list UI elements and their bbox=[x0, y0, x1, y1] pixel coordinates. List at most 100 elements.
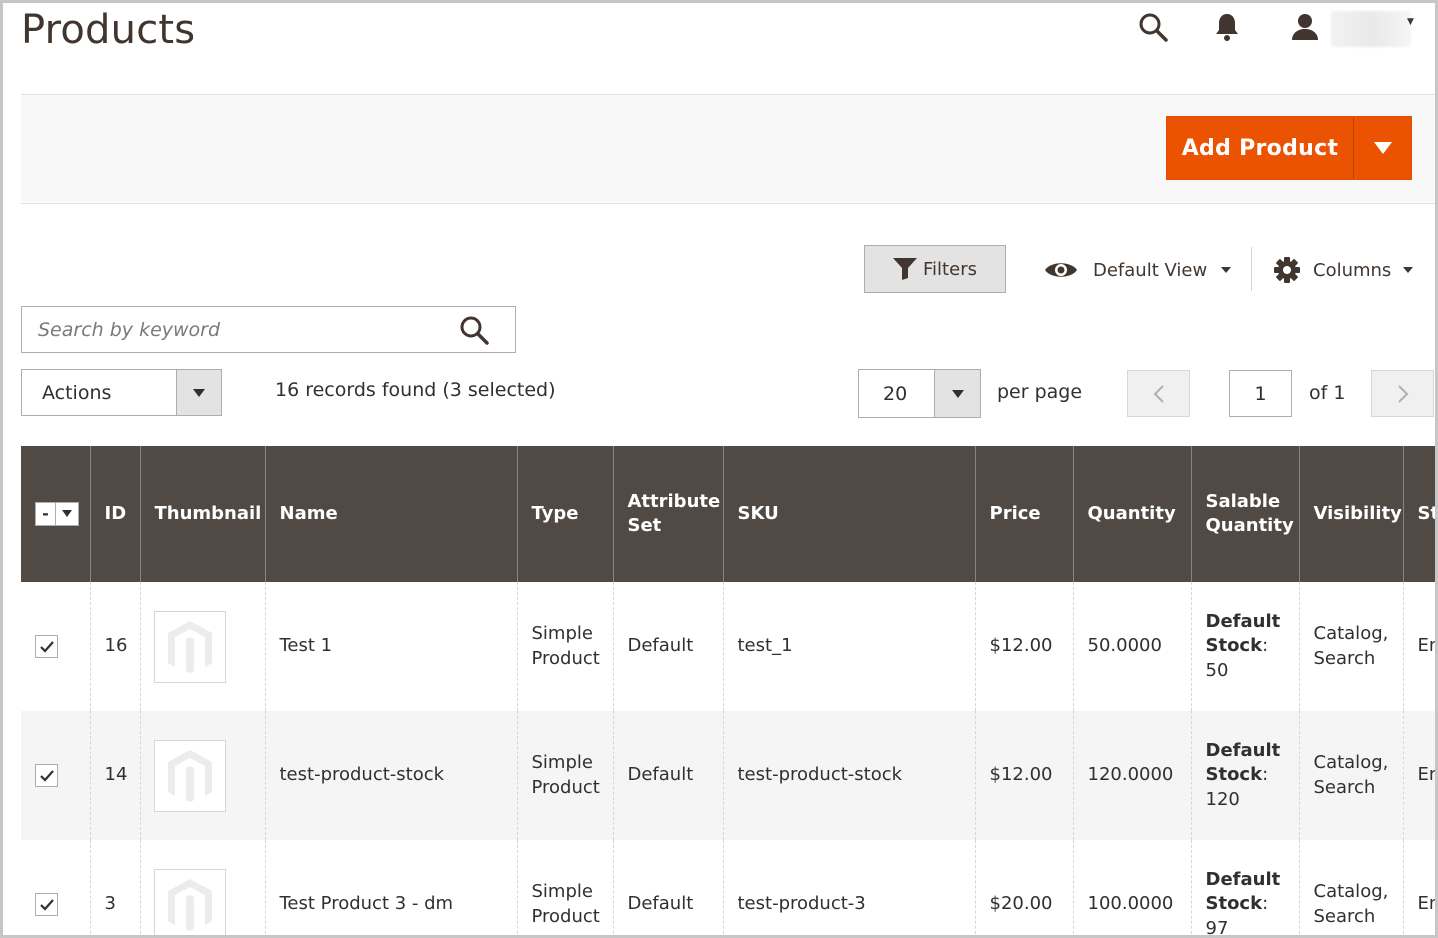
column-header-type[interactable]: Type bbox=[516, 446, 613, 582]
chevron-down-icon[interactable] bbox=[934, 370, 980, 417]
cell-status: En bbox=[1402, 711, 1435, 840]
next-page-button[interactable] bbox=[1371, 370, 1434, 417]
mass-select-dropdown[interactable]: - bbox=[35, 501, 79, 526]
chevron-left-icon bbox=[1153, 384, 1164, 403]
row-select-cell bbox=[21, 840, 90, 935]
checkmark-icon bbox=[39, 898, 54, 911]
table-row[interactable]: 3 Test Product 3 - dm Simple Product Def… bbox=[21, 840, 1435, 938]
toolbar-divider bbox=[1251, 247, 1252, 291]
records-found-text: 16 records found (3 selected) bbox=[275, 379, 556, 401]
cell-attribute-set: Default bbox=[612, 582, 723, 711]
cell-id: 16 bbox=[89, 582, 140, 711]
keyword-search bbox=[21, 306, 516, 353]
table-row[interactable]: 16 Test 1 Simple Product Default test_1 … bbox=[21, 582, 1435, 711]
cell-type: Simple Product bbox=[516, 582, 613, 711]
column-header-id[interactable]: ID bbox=[89, 446, 140, 582]
default-view-dropdown[interactable]: Default View bbox=[1043, 253, 1232, 287]
cell-salable-quantity: Default Stock: 50 bbox=[1190, 582, 1299, 711]
row-checkbox[interactable] bbox=[35, 893, 58, 916]
cell-thumbnail bbox=[139, 840, 265, 935]
column-header-sku[interactable]: SKU bbox=[722, 446, 975, 582]
product-thumbnail-placeholder-icon[interactable] bbox=[153, 739, 226, 812]
cell-id: 3 bbox=[89, 840, 140, 935]
bell-icon[interactable] bbox=[1209, 9, 1245, 45]
cell-quantity: 120.0000 bbox=[1072, 711, 1191, 840]
eye-icon bbox=[1045, 263, 1077, 277]
column-header-price[interactable]: Price bbox=[974, 446, 1073, 582]
column-header-status[interactable]: St bbox=[1402, 446, 1435, 582]
row-select-cell bbox=[21, 582, 90, 711]
page-title: Products bbox=[21, 7, 196, 53]
cell-visibility: Catalog, Search bbox=[1298, 840, 1403, 935]
stock-value: 120 bbox=[1205, 788, 1240, 810]
search-input[interactable] bbox=[22, 307, 442, 352]
product-thumbnail-placeholder-icon[interactable] bbox=[153, 868, 226, 935]
cell-salable-quantity: Default Stock: 97 bbox=[1190, 840, 1299, 938]
chevron-right-icon bbox=[1397, 384, 1408, 403]
cell-price: $20.00 bbox=[974, 840, 1073, 935]
add-product-button[interactable]: Add Product bbox=[1166, 116, 1412, 180]
page-frame: Products ▼ Add Product Filters Default V… bbox=[0, 0, 1438, 938]
cell-sku: test-product-3 bbox=[722, 840, 975, 935]
cell-id: 14 bbox=[89, 711, 140, 840]
cell-thumbnail bbox=[139, 582, 265, 711]
product-thumbnail-placeholder-icon[interactable] bbox=[153, 610, 226, 683]
current-page-input[interactable] bbox=[1229, 370, 1292, 417]
user-name-blurred[interactable] bbox=[1331, 11, 1411, 47]
chevron-down-icon bbox=[1221, 267, 1232, 273]
filters-label: Filters bbox=[923, 258, 977, 280]
cell-sku: test-product-stock bbox=[722, 711, 975, 840]
cell-attribute-set: Default bbox=[612, 711, 723, 840]
column-header-salable-quantity: Salable Quantity bbox=[1190, 446, 1299, 582]
filters-button[interactable]: Filters bbox=[864, 245, 1006, 293]
column-header-visibility[interactable]: Visibility bbox=[1298, 446, 1403, 582]
cell-thumbnail bbox=[139, 711, 265, 840]
user-icon[interactable] bbox=[1287, 9, 1323, 45]
default-view-label: Default View bbox=[1093, 259, 1208, 281]
columns-dropdown[interactable]: Columns bbox=[1273, 253, 1414, 287]
search-icon[interactable] bbox=[459, 315, 489, 349]
cell-price: $12.00 bbox=[974, 711, 1073, 840]
stock-source-label: Default Stock bbox=[1205, 740, 1281, 786]
actions-label: Actions bbox=[42, 381, 112, 404]
columns-label: Columns bbox=[1313, 259, 1392, 281]
products-grid: - ID Thumbnail Name Type Attribute Set S… bbox=[21, 446, 1435, 938]
per-page-value: 20 bbox=[883, 382, 908, 405]
column-header-quantity[interactable]: Quantity bbox=[1072, 446, 1191, 582]
column-header-attribute-set[interactable]: Attribute Set bbox=[612, 446, 723, 582]
cell-salable-quantity: Default Stock: 120 bbox=[1190, 711, 1299, 840]
column-header-name[interactable]: Name bbox=[264, 446, 517, 582]
checkmark-icon bbox=[39, 640, 54, 653]
cell-quantity: 100.0000 bbox=[1072, 840, 1191, 935]
previous-page-button[interactable] bbox=[1127, 370, 1190, 417]
grid-header-row: - ID Thumbnail Name Type Attribute Set S… bbox=[21, 446, 1435, 582]
cell-price: $12.00 bbox=[974, 582, 1073, 711]
gear-icon bbox=[1274, 257, 1300, 283]
add-product-dropdown-toggle[interactable] bbox=[1353, 117, 1411, 179]
total-pages-text: of 1 bbox=[1309, 382, 1346, 404]
row-checkbox[interactable] bbox=[35, 764, 58, 787]
chevron-down-icon[interactable] bbox=[176, 370, 221, 415]
column-header-thumbnail: Thumbnail bbox=[139, 446, 265, 582]
table-row[interactable]: 14 test-product-stock Simple Product Def… bbox=[21, 711, 1435, 840]
stock-source-label: Default Stock bbox=[1205, 869, 1281, 915]
mass-select-header: - bbox=[21, 446, 90, 582]
chevron-down-icon bbox=[1373, 142, 1392, 154]
mass-actions-select[interactable]: Actions bbox=[21, 369, 222, 416]
user-menu-caret-icon[interactable]: ▼ bbox=[1407, 17, 1414, 27]
cell-name: Test Product 3 - dm bbox=[264, 840, 517, 935]
per-page-select[interactable]: 20 bbox=[858, 369, 981, 418]
stock-value: 97 bbox=[1205, 917, 1229, 938]
cell-status: En bbox=[1402, 840, 1435, 935]
stock-source-label: Default Stock bbox=[1205, 611, 1281, 657]
checkmark-icon bbox=[39, 769, 54, 782]
chevron-down-icon bbox=[56, 503, 78, 525]
cell-quantity: 50.0000 bbox=[1072, 582, 1191, 711]
cell-name: Test 1 bbox=[264, 582, 517, 711]
mass-select-symbol: - bbox=[36, 502, 56, 525]
cell-type: Simple Product bbox=[516, 711, 613, 840]
add-product-label[interactable]: Add Product bbox=[1167, 117, 1353, 179]
cell-attribute-set: Default bbox=[612, 840, 723, 935]
search-icon[interactable] bbox=[1135, 9, 1171, 45]
row-checkbox[interactable] bbox=[35, 635, 58, 658]
